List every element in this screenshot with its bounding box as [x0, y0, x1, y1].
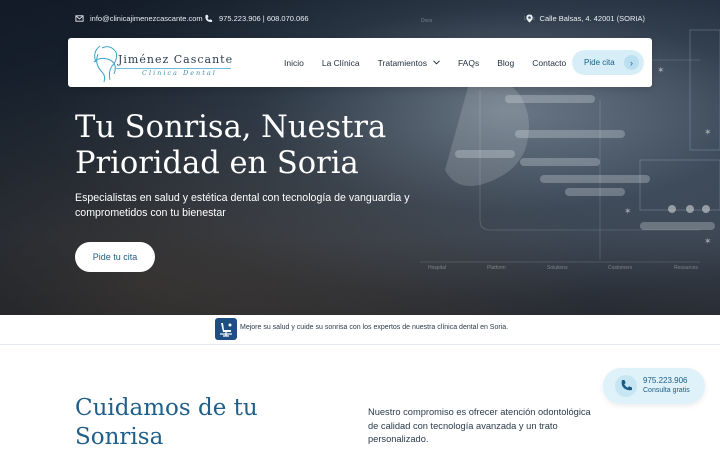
- nav-item-blog[interactable]: Blog: [497, 58, 514, 68]
- section-paragraph: Nuestro compromiso es ofrecer atención o…: [368, 407, 591, 444]
- clinic-logo[interactable]: Jiménez Cascante Clínica Dental: [88, 42, 232, 84]
- dental-chair-icon: [215, 318, 237, 340]
- logo-title: Jiménez Cascante: [118, 53, 234, 66]
- contact-bar: info@clinicajimenezcascante.com 975.223.…: [75, 14, 645, 28]
- overlay-label-resources: Resources: [674, 265, 698, 271]
- info-strip: Mejore su salud y cuide su sonrisa con l…: [0, 315, 720, 345]
- phone-widget-label: Consulta gratis: [643, 387, 690, 394]
- phone-text: 975.223.906 | 608.070.066: [219, 14, 309, 23]
- main-navbar: Jiménez Cascante Clínica Dental Inicio L…: [68, 38, 652, 87]
- address-link[interactable]: Calle Balsas, 4. 42001 (SORIA): [525, 14, 645, 23]
- nav-item-tratamientos[interactable]: Tratamientos: [378, 58, 440, 68]
- overlay-label-platform: Platform: [487, 265, 506, 271]
- pide-cita-label: Pide cita: [584, 58, 615, 67]
- email-text: info@clinicajimenezcascante.com: [90, 14, 203, 23]
- overlay-label-customers: Customers: [608, 265, 633, 271]
- svg-text:✶: ✶: [657, 66, 665, 76]
- nav-item-inicio[interactable]: Inicio: [284, 58, 304, 68]
- svg-text:✶: ✶: [624, 207, 632, 217]
- address-text: Calle Balsas, 4. 42001 (SORIA): [539, 14, 645, 23]
- phone-link[interactable]: 975.223.906 | 608.070.066: [204, 14, 309, 23]
- pide-tu-cita-button[interactable]: Pide tu cita: [75, 242, 155, 272]
- pide-cita-button[interactable]: Pide cita ›: [572, 50, 644, 75]
- hero-subtitle: Especialistas en salud y estética dental…: [75, 192, 410, 219]
- nav-item-la-clinica[interactable]: La Clínica: [322, 58, 360, 68]
- chevron-down-icon: [433, 60, 440, 65]
- overlay-label-solutions: Solutions: [547, 265, 568, 271]
- logo-subtitle: Clínica Dental: [142, 69, 217, 77]
- phone-widget-icon: [615, 375, 637, 397]
- chevron-right-icon: ›: [624, 55, 639, 70]
- hero-title: Tu Sonrisa, Nuestra Prioridad en Soria: [75, 110, 387, 181]
- email-link[interactable]: info@clinicajimenezcascante.com: [75, 14, 203, 23]
- location-pin-icon: [525, 14, 533, 23]
- nav-item-contacto[interactable]: Contacto: [532, 58, 566, 68]
- mail-icon: [75, 15, 84, 22]
- hero-section: ✶ ✶ ✶ ✶ Docs Labs Hospital Platform Solu…: [0, 0, 720, 315]
- phone-icon: [205, 14, 213, 23]
- phone-call-widget[interactable]: 975.223.906 Consulta gratis: [603, 368, 705, 404]
- info-strip-text: Mejore su salud y cuide su sonrisa con l…: [240, 324, 509, 331]
- section-heading: Cuidamos de tu Sonrisa: [75, 395, 258, 450]
- nav-menu: Inicio La Clínica Tratamientos FAQs Blog…: [284, 38, 584, 87]
- svg-text:✶: ✶: [704, 237, 712, 247]
- nav-item-faqs[interactable]: FAQs: [458, 58, 479, 68]
- overlay-label-hospital: Hospital: [428, 265, 447, 271]
- nav-item-tratamientos-label: Tratamientos: [377, 57, 427, 68]
- svg-text:✶: ✶: [704, 128, 712, 138]
- phone-widget-number: 975.223.906: [643, 376, 688, 385]
